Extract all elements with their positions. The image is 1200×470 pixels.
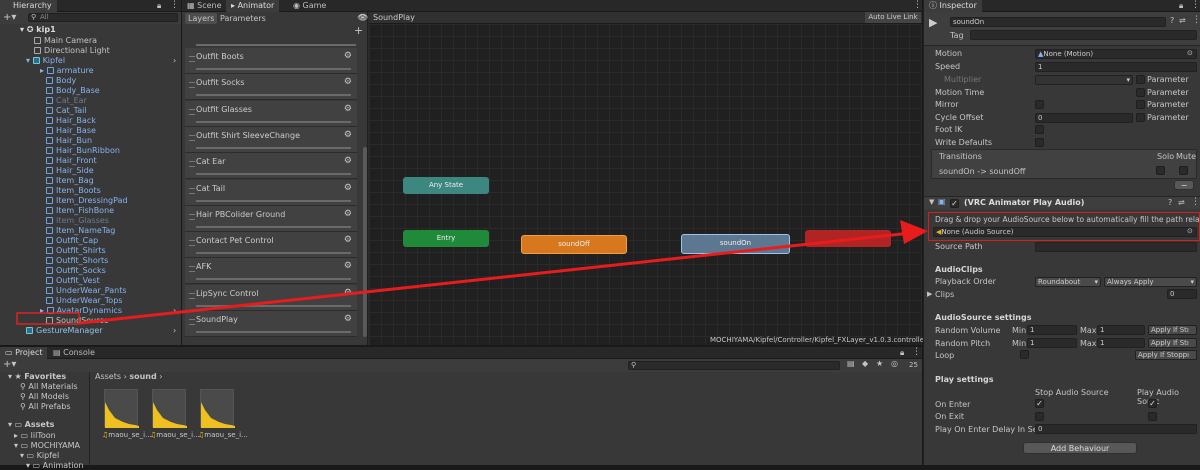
annotation-arrow-line [79, 230, 921, 325]
annotation-arrowhead [900, 220, 928, 244]
annotation-arrows [16, 220, 928, 325]
sound-source-highlight [16, 312, 80, 325]
